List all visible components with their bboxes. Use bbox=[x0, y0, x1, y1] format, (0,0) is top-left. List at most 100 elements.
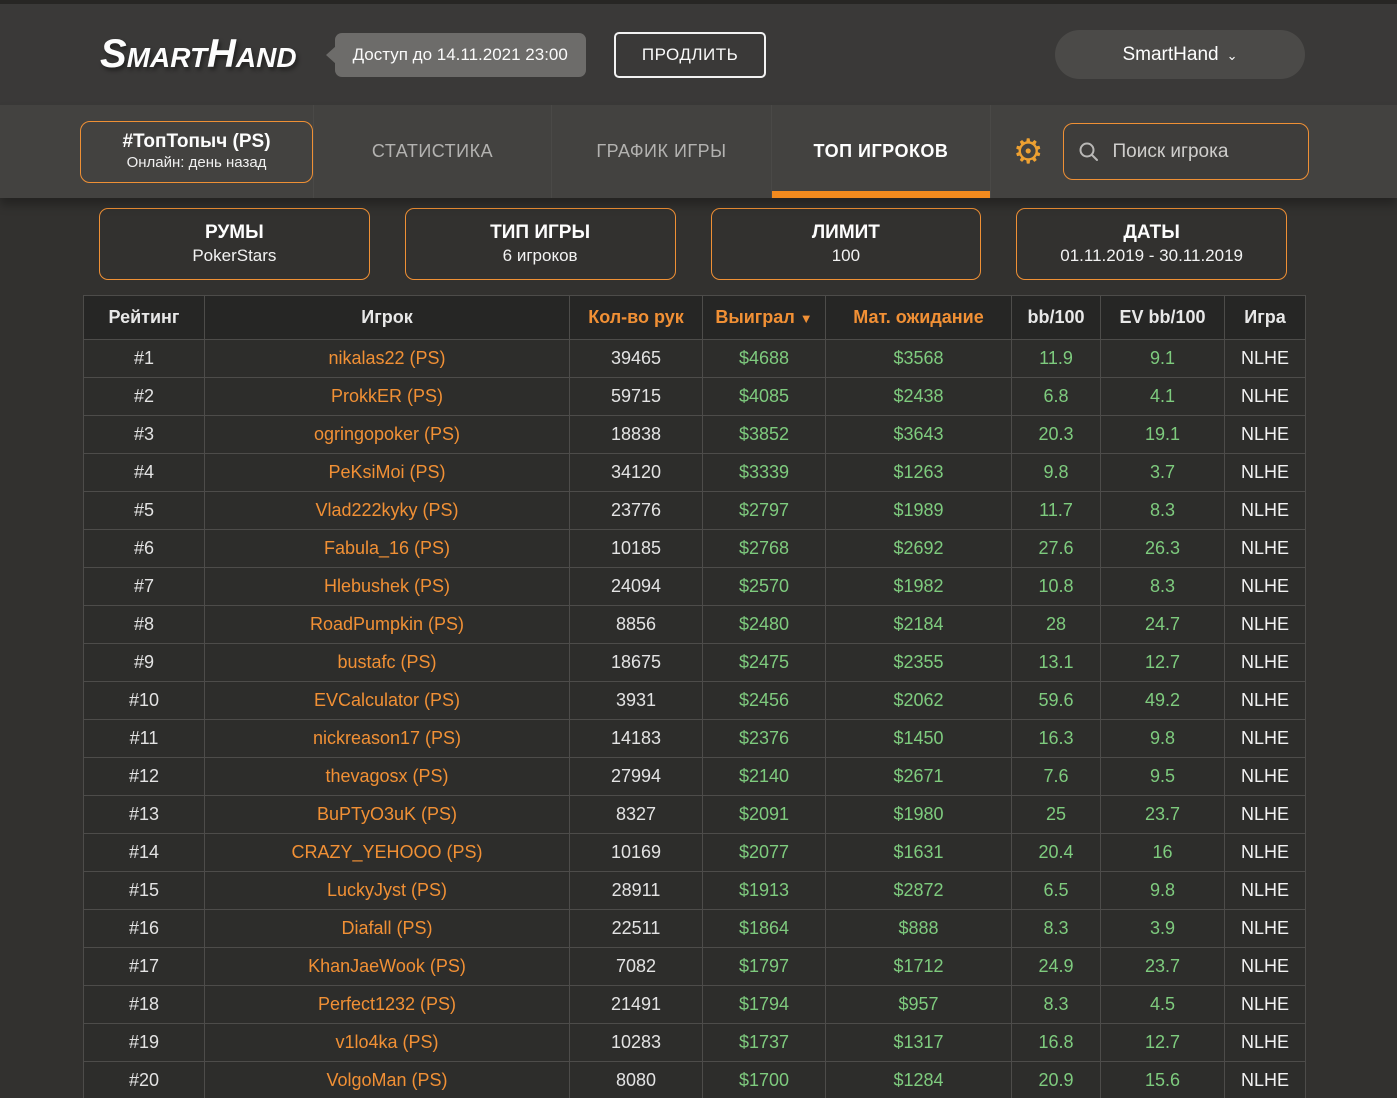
tab-statistics[interactable]: СТАТИСТИКА bbox=[313, 105, 551, 198]
column-header-label: Игрок bbox=[361, 307, 413, 327]
cell-hands: 18838 bbox=[569, 415, 703, 454]
filter-limit[interactable]: ЛИМИТ 100 bbox=[710, 208, 982, 280]
filter-dates[interactable]: ДАТЫ 01.11.2019 - 30.11.2019 bbox=[1016, 208, 1287, 280]
column-header-ev_money[interactable]: Мат. ожидание bbox=[825, 295, 1012, 340]
filter-value: 6 игроков bbox=[502, 246, 578, 266]
cell-rank: #12 bbox=[83, 757, 205, 796]
cell-player[interactable]: ProkkER (PS) bbox=[204, 377, 570, 416]
column-header-label: bb/100 bbox=[1027, 307, 1085, 327]
cell-won: $2570 bbox=[702, 567, 826, 606]
tab-game-graph[interactable]: ГРАФИК ИГРЫ bbox=[551, 105, 771, 198]
cell-player[interactable]: PeKsiMoi (PS) bbox=[204, 453, 570, 492]
table-row: #3 ogringopoker (PS) 18838 $3852 $3643 20.3 19… bbox=[83, 415, 1306, 454]
cell-ev_money: $2692 bbox=[825, 529, 1012, 568]
table-row: #7 Hlebushek (PS) 24094 $2570 $1982 10.8 8.3 NL… bbox=[83, 567, 1306, 606]
cell-won: $1913 bbox=[702, 871, 826, 910]
filter-rooms[interactable]: РУМЫ PokerStars bbox=[99, 208, 370, 280]
table-row: #5 Vlad222kyky (PS) 23776 $2797 $1989 11.7 8.3… bbox=[83, 491, 1306, 530]
cell-player[interactable]: bustafc (PS) bbox=[204, 643, 570, 682]
column-header-player[interactable]: Игрок bbox=[204, 295, 570, 340]
cell-rank: #14 bbox=[83, 833, 205, 872]
cell-game: NLHE bbox=[1224, 1061, 1306, 1098]
cell-hands: 18675 bbox=[569, 643, 703, 682]
cell-player[interactable]: EVCalculator (PS) bbox=[204, 681, 570, 720]
column-header-game[interactable]: Игра bbox=[1224, 295, 1306, 340]
cell-player[interactable]: Diafall (PS) bbox=[204, 909, 570, 948]
cell-player[interactable]: BuPTyO3uK (PS) bbox=[204, 795, 570, 834]
extend-subscription-button[interactable]: ПРОДЛИТЬ bbox=[613, 31, 767, 78]
cell-rank: #4 bbox=[83, 453, 205, 492]
column-header-won[interactable]: Выиграл ▼ bbox=[702, 295, 826, 340]
cell-player[interactable]: KhanJaeWook (PS) bbox=[204, 947, 570, 986]
cell-bb100: 28 bbox=[1011, 605, 1101, 644]
cell-evbb100: 3.7 bbox=[1100, 453, 1225, 492]
cell-evbb100: 49.2 bbox=[1100, 681, 1225, 720]
cell-game: NLHE bbox=[1224, 453, 1306, 492]
cell-won: $4085 bbox=[702, 377, 826, 416]
cell-player[interactable]: Vlad222kyky (PS) bbox=[204, 491, 570, 530]
cell-player[interactable]: CRAZY_YEHOOO (PS) bbox=[204, 833, 570, 872]
cell-evbb100: 8.3 bbox=[1100, 567, 1225, 606]
cell-rank: #19 bbox=[83, 1023, 205, 1062]
cell-hands: 10169 bbox=[569, 833, 703, 872]
cell-rank: #8 bbox=[83, 605, 205, 644]
cell-player[interactable]: Perfect1232 (PS) bbox=[204, 985, 570, 1024]
cell-evbb100: 24.7 bbox=[1100, 605, 1225, 644]
cell-hands: 8327 bbox=[569, 795, 703, 834]
search-icon bbox=[1078, 141, 1100, 163]
cell-hands: 59715 bbox=[569, 377, 703, 416]
cell-player[interactable]: thevagosx (PS) bbox=[204, 757, 570, 796]
cell-hands: 22511 bbox=[569, 909, 703, 948]
cell-player[interactable]: LuckyJyst (PS) bbox=[204, 871, 570, 910]
cell-player[interactable]: nikalas22 (PS) bbox=[204, 339, 570, 378]
cell-ev_money: $888 bbox=[825, 909, 1012, 948]
settings-gear-icon[interactable]: ⚙ bbox=[1013, 135, 1043, 169]
column-header-evbb100[interactable]: EV bb/100 bbox=[1100, 295, 1225, 340]
cell-evbb100: 12.7 bbox=[1100, 643, 1225, 682]
filter-game-type[interactable]: ТИП ИГРЫ 6 игроков bbox=[404, 208, 676, 280]
cell-game: NLHE bbox=[1224, 985, 1306, 1024]
table-row: #14 CRAZY_YEHOOO (PS) 10169 $2077 $1631 20.4 1… bbox=[83, 833, 1306, 872]
cell-player[interactable]: RoadPumpkin (PS) bbox=[204, 605, 570, 644]
cell-evbb100: 9.1 bbox=[1100, 339, 1225, 378]
cell-ev_money: $1631 bbox=[825, 833, 1012, 872]
cell-ev_money: $1263 bbox=[825, 453, 1012, 492]
player-search-box[interactable] bbox=[1063, 123, 1310, 180]
cell-ev_money: $1317 bbox=[825, 1023, 1012, 1062]
account-dropdown[interactable]: SmartHand ⌄ bbox=[1055, 30, 1305, 79]
cell-rank: #7 bbox=[83, 567, 205, 606]
cell-bb100: 20.3 bbox=[1011, 415, 1101, 454]
current-player-profile-button[interactable]: #ТопТопыч (PS) Онлайн: день назад bbox=[80, 120, 313, 183]
cell-player[interactable]: ogringopoker (PS) bbox=[204, 415, 570, 454]
cell-rank: #16 bbox=[83, 909, 205, 948]
cell-hands: 23776 bbox=[569, 491, 703, 530]
cell-player[interactable]: v1lo4ka (PS) bbox=[204, 1023, 570, 1062]
column-header-hands[interactable]: Кол-во рук bbox=[569, 295, 703, 340]
filter-title: ЛИМИТ bbox=[811, 221, 880, 243]
cell-bb100: 16.3 bbox=[1011, 719, 1101, 758]
cell-ev_money: $2671 bbox=[825, 757, 1012, 796]
cell-hands: 24094 bbox=[569, 567, 703, 606]
cell-won: $2480 bbox=[702, 605, 826, 644]
tab-top-players[interactable]: ТОП ИГРОКОВ bbox=[771, 105, 991, 198]
cell-rank: #9 bbox=[83, 643, 205, 682]
cell-evbb100: 9.5 bbox=[1100, 757, 1225, 796]
cell-bb100: 27.6 bbox=[1011, 529, 1101, 568]
filter-title: ДАТЫ bbox=[1123, 221, 1180, 243]
nav-bar: #ТопТопыч (PS) Онлайн: день назад СТАТИС… bbox=[0, 105, 1397, 198]
cell-bb100: 9.8 bbox=[1011, 453, 1101, 492]
cell-won: $2475 bbox=[702, 643, 826, 682]
cell-player[interactable]: Fabula_16 (PS) bbox=[204, 529, 570, 568]
column-header-bb100[interactable]: bb/100 bbox=[1011, 295, 1101, 340]
column-header-rank[interactable]: Рейтинг bbox=[83, 295, 205, 340]
cell-evbb100: 23.7 bbox=[1100, 795, 1225, 834]
search-input[interactable] bbox=[1112, 140, 1295, 163]
cell-player[interactable]: nickreason17 (PS) bbox=[204, 719, 570, 758]
cell-player[interactable]: Hlebushek (PS) bbox=[204, 567, 570, 606]
cell-evbb100: 3.9 bbox=[1100, 909, 1225, 948]
smarthand-logo[interactable]: SmartHand bbox=[100, 32, 297, 77]
cell-player[interactable]: VolgoMan (PS) bbox=[204, 1061, 570, 1098]
cell-won: $1794 bbox=[702, 985, 826, 1024]
filters-row: РУМЫ PokerStars ТИП ИГРЫ 6 игроков ЛИМИТ 100 Д… bbox=[99, 208, 1287, 280]
table-row: #20 VolgoMan (PS) 8080 $1700 $1284 20.9 15.6 NL… bbox=[83, 1061, 1306, 1098]
